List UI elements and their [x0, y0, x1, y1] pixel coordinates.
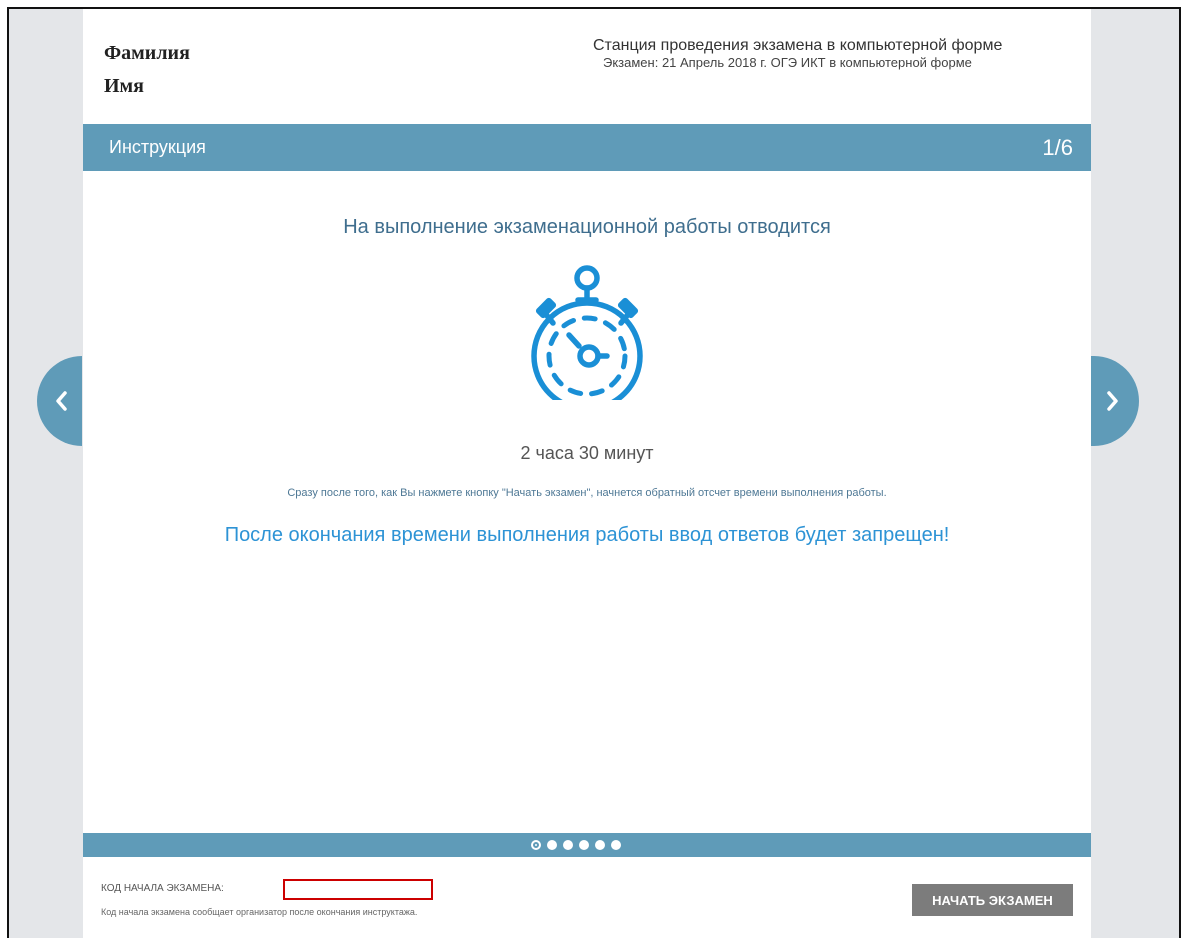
lead-text: На выполнение экзаменационной работы отв…	[343, 216, 831, 238]
start-code-hint: Код начала экзамена сообщает организатор…	[101, 907, 418, 917]
chevron-left-icon	[56, 391, 67, 411]
pagination-dots	[531, 838, 621, 852]
pagination-dot[interactable]	[563, 840, 573, 850]
station-title: Станция проведения экзамена в компьютерн…	[593, 37, 1003, 54]
start-exam-button[interactable]: НАЧАТЬ ЭКЗАМЕН	[912, 884, 1073, 916]
countdown-hint: Сразу после того, как Вы нажмете кнопку …	[287, 487, 887, 499]
time-warning: После окончания времени выполнения работ…	[224, 524, 950, 546]
page-counter: 1/6	[1042, 135, 1073, 160]
previous-page-button[interactable]	[37, 356, 82, 446]
pagination-dot[interactable]	[611, 840, 621, 850]
start-code-label: КОД НАЧАЛА ЭКЗАМЕНА:	[101, 883, 224, 894]
next-page-button[interactable]	[1091, 356, 1139, 446]
student-surname: Фамилия	[104, 42, 190, 64]
pagination-dot-current[interactable]	[531, 840, 541, 850]
exam-duration: 2 часа 30 минут	[520, 443, 654, 463]
pagination-dot[interactable]	[595, 840, 605, 850]
stopwatch-icon	[531, 265, 643, 400]
exam-info: Экзамен: 21 Апрель 2018 г. ОГЭ ИКТ в ком…	[603, 55, 972, 70]
start-code-input[interactable]	[283, 879, 433, 900]
instruction-page: Фамилия Имя Станция проведения экзамена …	[83, 9, 1091, 938]
pagination-dot[interactable]	[579, 840, 589, 850]
student-name: Имя	[104, 75, 144, 97]
instruction-header: Инструкция 1/6	[83, 124, 1091, 171]
page-title: Инструкция	[109, 137, 206, 157]
pagination-bar	[83, 833, 1091, 857]
pagination-dot[interactable]	[547, 840, 557, 850]
chevron-right-icon	[1107, 391, 1118, 411]
exam-window: Фамилия Имя Станция проведения экзамена …	[7, 7, 1181, 938]
